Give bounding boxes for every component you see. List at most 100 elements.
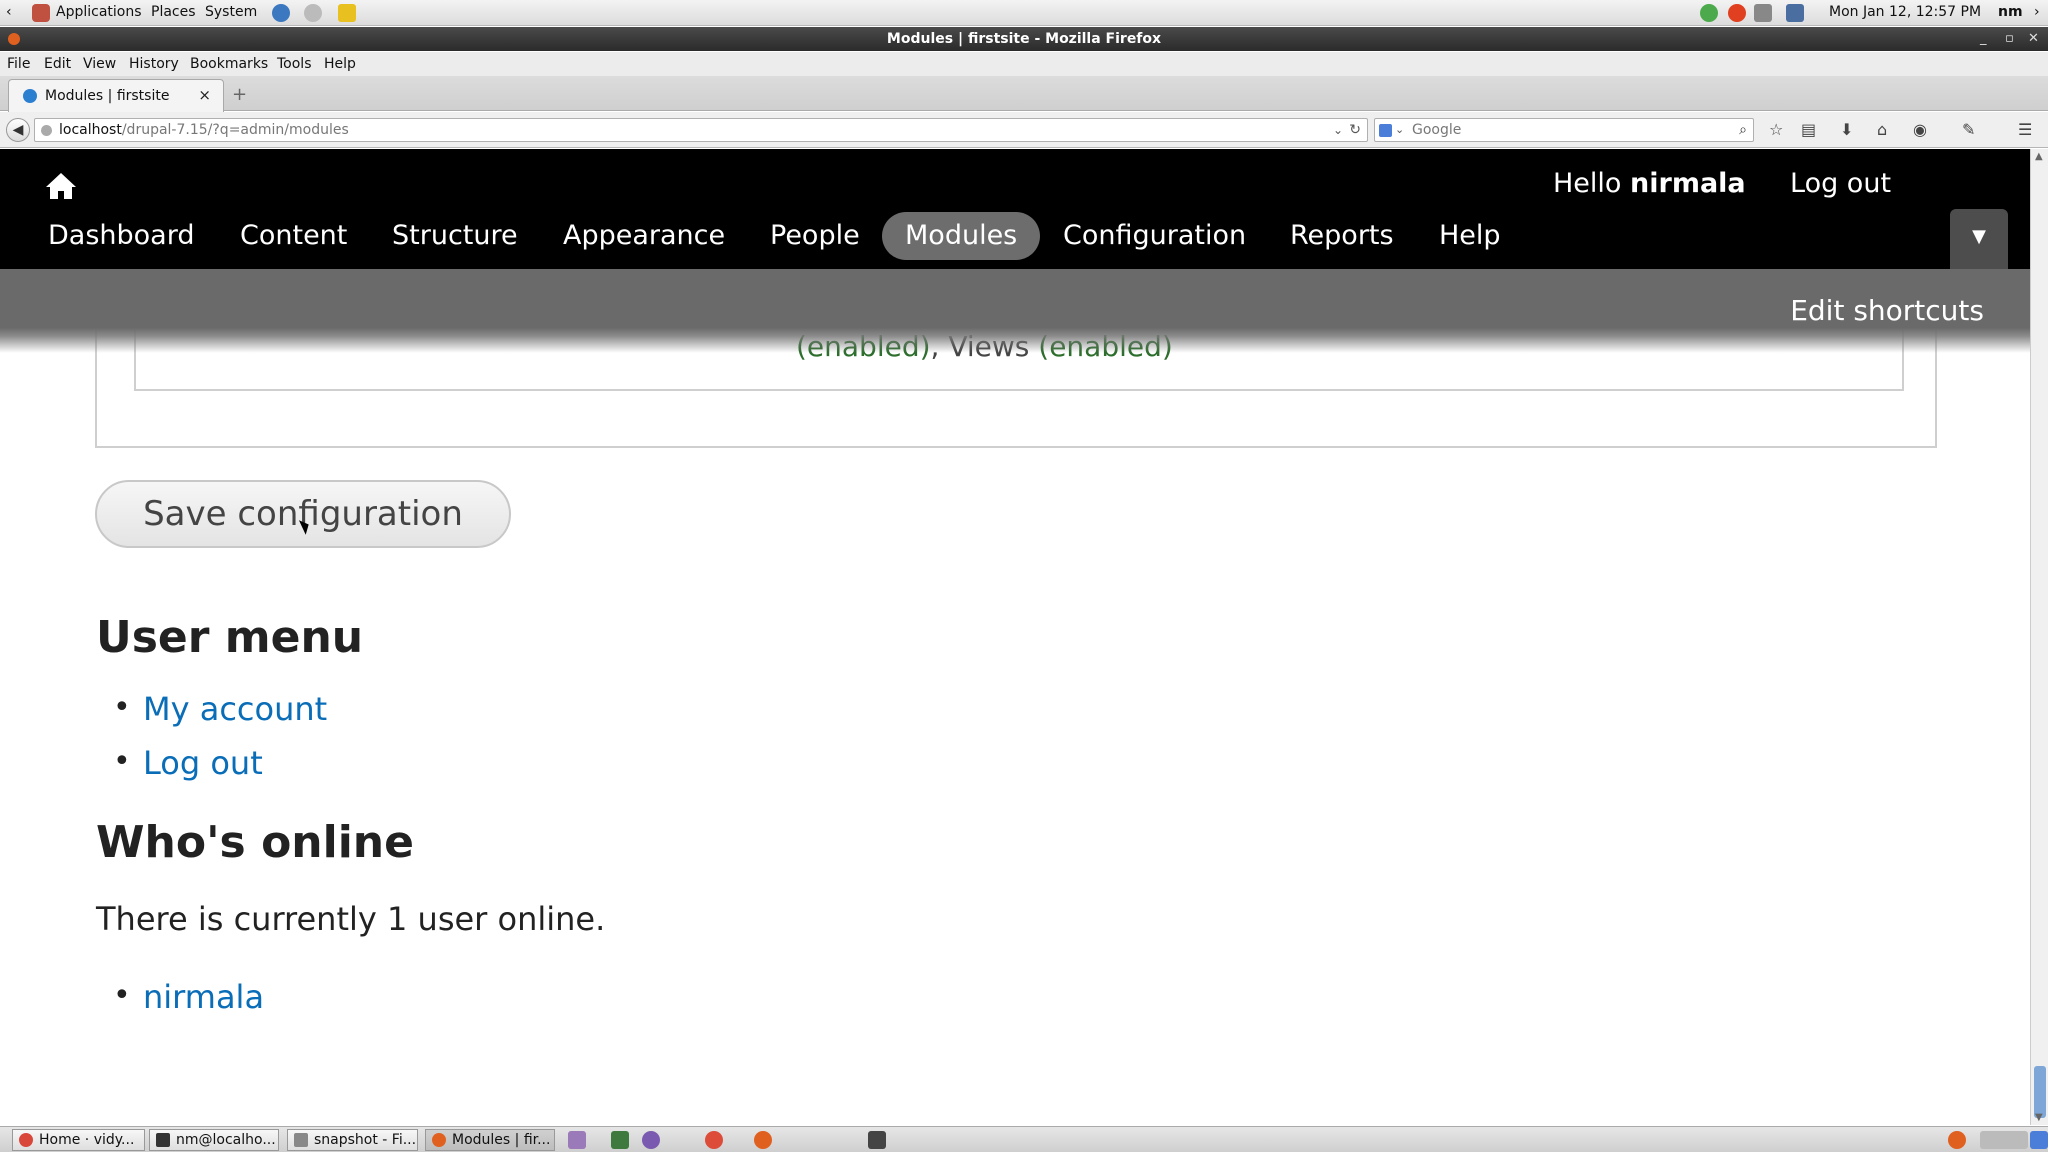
search-bar[interactable]: ⌄ Google ⌕ [1374,118,1754,142]
caret-down-icon: ▼ [1972,226,1986,247]
terminal-launcher-icon[interactable] [868,1131,886,1149]
downloads-icon[interactable]: ⬇ [1840,120,1853,139]
page-content: (enabled), Views (enabled) Save configur… [0,330,2030,1125]
nav-modules[interactable]: Modules [882,212,1041,260]
home-page-icon[interactable]: ⌂ [1877,120,1887,139]
nav-content[interactable]: Content [240,212,347,260]
tab-modules[interactable]: Modules | firstsite × [8,79,224,112]
menu-tools[interactable]: Tools [277,56,312,72]
window-title: Modules | firstsite - Mozilla Firefox [886,31,1162,47]
task-snapshot[interactable]: snapshot - Fi... [287,1129,418,1151]
task-label: Modules | fir... [452,1132,551,1148]
menu-view[interactable]: View [83,56,116,72]
menu-help[interactable]: Help [324,56,356,72]
search-engine-icon[interactable] [1379,124,1392,137]
task-chrome-home[interactable]: Home · vidy... [12,1129,145,1151]
bookmarks-list-icon[interactable]: ▤ [1801,120,1816,139]
places-menu[interactable]: Places [151,4,196,20]
browser-launcher-icon[interactable] [272,4,290,22]
username-link[interactable]: nirmala [1630,168,1746,199]
applications-menu[interactable]: Applications [56,4,142,20]
shortcuts-drawer-toggle[interactable]: ▼ [1950,209,2008,269]
sync-icon[interactable]: ◉ [1913,120,1927,139]
bookmark-star-icon[interactable]: ☆ [1769,120,1783,139]
firefox-icon [432,1133,446,1147]
panel-scroll-left-icon[interactable]: ‹ [6,4,12,20]
online-user-link[interactable]: nirmala [143,978,264,1016]
tab-label: Modules | firstsite [45,88,170,104]
nav-appearance[interactable]: Appearance [563,212,725,260]
chrome-launcher-icon[interactable] [705,1131,723,1149]
url-dropdown-icon[interactable]: ⌄ [1333,119,1343,141]
display-icon[interactable] [1786,4,1804,22]
workspace-firefox-icon[interactable] [1948,1131,1966,1149]
network-icon[interactable] [1700,4,1718,22]
nav-structure[interactable]: Structure [392,212,518,260]
drupal-admin-toolbar: Hello nirmala Log out Dashboard Content … [0,149,2030,269]
nav-help[interactable]: Help [1439,212,1501,260]
mail-launcher-icon[interactable] [304,4,322,22]
edit-shortcuts-link[interactable]: Edit shortcuts [1790,294,1984,327]
user-indicator[interactable]: nm [1998,4,2023,20]
close-window-icon[interactable]: ✕ [2028,27,2039,51]
menu-bookmarks[interactable]: Bookmarks [190,56,268,72]
nav-configuration[interactable]: Configuration [1063,212,1246,260]
site-identity-icon[interactable] [41,125,52,136]
new-tab-icon[interactable]: + [232,84,247,105]
tab-strip: Modules | firstsite × + [0,76,2048,112]
launcher-icon[interactable] [568,1131,586,1149]
menu-edit[interactable]: Edit [44,56,71,72]
navigation-bar: ◀ localhost/drupal-7.15/?q=admin/modules… [0,112,2048,148]
scroll-down-icon[interactable]: ▼ [2035,1112,2043,1123]
task-firefox-modules[interactable]: Modules | fir... [425,1129,555,1151]
user-menu-logout-link[interactable]: Log out [143,744,263,782]
clock[interactable]: Mon Jan 12, 12:57 PM [1829,4,1981,20]
panel-scroll-right-icon[interactable]: › [2034,4,2040,20]
nav-reports[interactable]: Reports [1290,212,1394,260]
extension-icon[interactable]: ✎ [1962,120,1975,139]
search-input[interactable]: Google [1412,119,1461,141]
scrollbar-thumb[interactable] [2034,1066,2046,1118]
terminal-icon [156,1133,170,1147]
nav-dashboard[interactable]: Dashboard [48,212,194,260]
search-engine-dropdown-icon[interactable]: ⌄ [1395,119,1404,141]
home-icon[interactable] [44,171,78,201]
drupal-favicon-icon [23,89,37,103]
notes-launcher-icon[interactable] [338,4,356,22]
firefox-menu-icon[interactable]: ☰ [2018,120,2032,139]
reload-icon[interactable]: ↻ [1349,119,1361,141]
list-item: nirmala [113,978,264,1016]
back-button[interactable]: ◀ [6,118,30,142]
binoculars-icon[interactable]: ⌕ [1739,119,1747,141]
online-count-text: There is currently 1 user online. [96,900,606,938]
calculator-icon[interactable] [611,1131,629,1149]
menu-file[interactable]: File [7,56,30,72]
menu-history[interactable]: History [129,56,179,72]
task-terminal[interactable]: nm@localho... [149,1129,279,1151]
system-menu[interactable]: System [205,4,257,20]
update-notifier-icon[interactable] [1728,4,1746,22]
save-configuration-button[interactable]: Save configuration [95,480,511,548]
nav-people[interactable]: People [770,212,860,260]
scroll-up-icon[interactable]: ▲ [2035,151,2043,162]
show-desktop-icon[interactable] [2030,1131,2048,1149]
greeting-prefix: Hello [1553,168,1622,199]
firefox-launcher-icon[interactable] [754,1131,772,1149]
url-bar[interactable]: localhost/drupal-7.15/?q=admin/modules ⌄… [34,118,1368,142]
close-tab-icon[interactable]: × [198,86,211,104]
volume-icon[interactable] [1754,4,1772,22]
minimize-icon[interactable]: _ [1980,27,1987,51]
url-host: localhost [59,122,122,138]
list-item: Log out [113,744,263,782]
toolbar-logout-link[interactable]: Log out [1790,168,1891,199]
user-menu-title: User menu [96,612,364,663]
chat-icon[interactable] [642,1131,660,1149]
window-titlebar: Modules | firstsite - Mozilla Firefox _ … [0,27,2048,51]
page-scrollbar[interactable]: ▲ ▼ [2030,149,2048,1125]
maximize-icon[interactable]: ▫ [2005,27,2014,51]
firefox-icon [8,33,20,45]
whos-online-title: Who's online [96,817,414,868]
list-item: My account [113,690,327,728]
my-account-link[interactable]: My account [143,690,327,728]
workspace-switcher[interactable] [1980,1131,2028,1149]
